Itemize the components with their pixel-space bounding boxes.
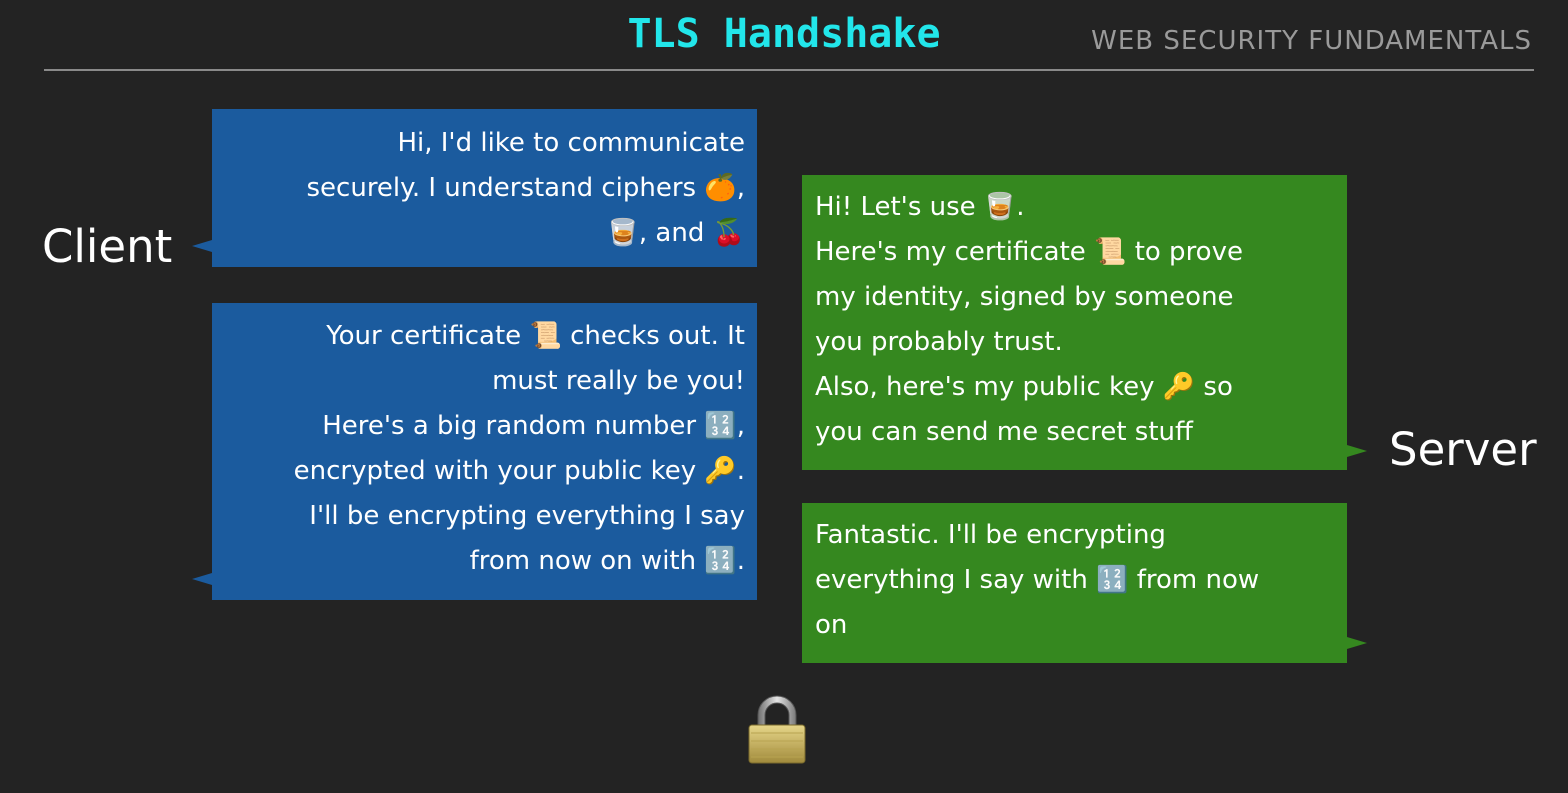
client-key-exchange-line: from now on with 🔢. <box>469 546 745 576</box>
server-finished-line: on <box>815 610 848 640</box>
client-hello-line: Hi, I'd like to communicate <box>397 128 745 158</box>
client-key-exchange-line: Here's a big random number 🔢, <box>322 411 745 441</box>
client-key-exchange-line: must really be you! <box>492 366 745 396</box>
client-label: Client <box>42 220 173 273</box>
server-finished-tail <box>1347 637 1367 649</box>
server-hello-tail <box>1347 445 1367 457</box>
server-hello-line: you can send me secret stuff <box>815 417 1193 447</box>
client-key-exchange-bubble: Your certificate 📜 checks out. It must r… <box>212 303 757 600</box>
client-key-exchange-tail <box>192 573 212 585</box>
course-subtitle: WEB SECURITY FUNDAMENTALS <box>1091 26 1532 56</box>
client-hello-bubble: Hi, I'd like to communicate securely. I … <box>212 109 757 267</box>
server-hello-line: you probably trust. <box>815 327 1063 357</box>
server-finished-line: everything I say with 🔢 from now <box>815 565 1260 595</box>
client-hello-tail <box>192 240 212 252</box>
client-key-exchange-line: I'll be encrypting everything I say <box>309 501 745 531</box>
lock-icon <box>745 693 809 765</box>
server-hello-line: my identity, signed by someone <box>815 282 1234 312</box>
server-hello-line: Here's my certificate 📜 to prove <box>815 237 1243 267</box>
client-key-exchange-line: encrypted with your public key 🔑. <box>293 456 745 486</box>
header-divider <box>44 69 1534 71</box>
client-hello-line: securely. I understand ciphers 🍊, <box>306 173 746 203</box>
server-finished-bubble: Fantastic. I'll be encrypting everything… <box>802 503 1347 663</box>
server-finished-line: Fantastic. I'll be encrypting <box>815 520 1166 550</box>
server-label: Server <box>1389 423 1537 476</box>
client-hello-line: 🥃, and 🍒 <box>606 218 745 248</box>
server-hello-bubble: Hi! Let's use 🥃. Here's my certificate 📜… <box>802 175 1347 470</box>
server-hello-line: Also, here's my public key 🔑 so <box>815 372 1233 402</box>
server-hello-line: Hi! Let's use 🥃. <box>815 192 1025 222</box>
client-key-exchange-line: Your certificate 📜 checks out. It <box>326 321 745 351</box>
